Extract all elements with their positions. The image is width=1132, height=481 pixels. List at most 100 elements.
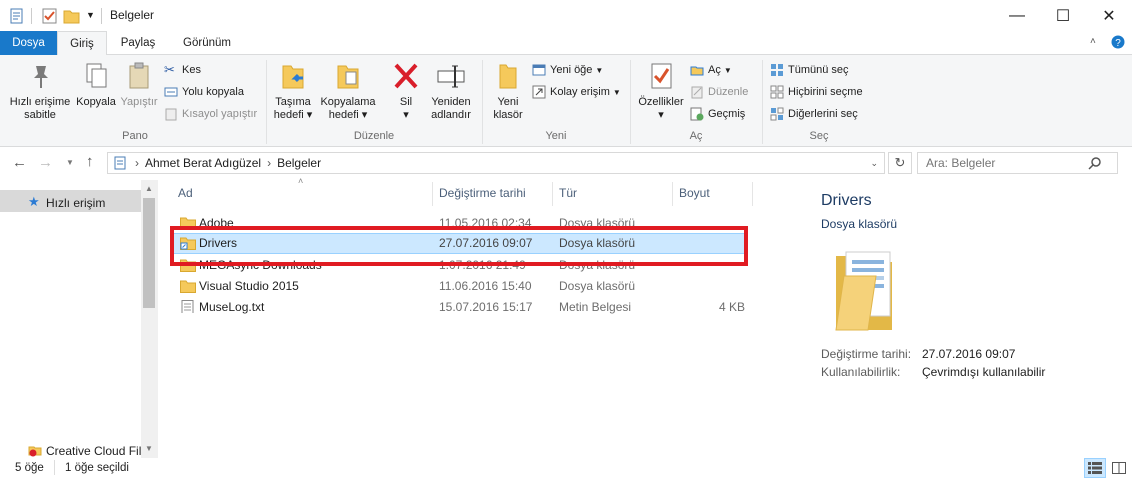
- maximize-button[interactable]: ☐: [1040, 0, 1086, 31]
- recent-locations-chevron-icon[interactable]: ▼: [66, 158, 74, 167]
- new-folder-quick-icon[interactable]: [63, 8, 80, 24]
- address-history-chevron-icon[interactable]: ⌄: [870, 158, 878, 169]
- history-button[interactable]: Geçmiş: [690, 104, 745, 124]
- rename-button[interactable]: Yeniden adlandır: [428, 60, 474, 122]
- cut-label: Kes: [182, 64, 201, 76]
- help-icon[interactable]: ?: [1111, 35, 1125, 49]
- properties-button[interactable]: Özellikler ▾: [636, 60, 686, 122]
- copy-path-label: Yolu kopyala: [182, 86, 244, 98]
- breadcrumb-documents[interactable]: Belgeler: [277, 156, 321, 170]
- select-all-label: Tümünü seç: [788, 64, 849, 76]
- status-separator: [54, 460, 55, 475]
- file-type: Metin Belgesi: [559, 300, 632, 314]
- checkmark-icon[interactable]: [42, 8, 58, 24]
- copy-to-label-2: hedefi ▾: [328, 109, 368, 121]
- column-header-modified[interactable]: Değiştirme tarihi: [439, 186, 526, 200]
- ribbon-separator: [762, 60, 763, 144]
- ribbon-separator: [482, 60, 483, 144]
- up-arrow-icon[interactable]: ↑: [86, 153, 94, 170]
- quick-access-dropdown-icon[interactable]: ▼: [86, 10, 95, 20]
- new-item-label: Yeni öğe: [550, 64, 593, 76]
- scroll-thumb[interactable]: [143, 198, 155, 308]
- scissors-icon: ✂: [164, 62, 175, 77]
- status-selected-count: 1 öğe seçildi: [65, 462, 129, 474]
- open-label: Aç: [708, 64, 721, 76]
- open-button[interactable]: Aç ▼: [690, 60, 732, 80]
- search-box[interactable]: [917, 152, 1118, 174]
- properties-quick-icon[interactable]: [9, 8, 25, 24]
- column-divider[interactable]: [672, 182, 673, 206]
- copy-path-button[interactable]: Yolu kopyala: [164, 82, 244, 102]
- close-button[interactable]: ✕: [1086, 0, 1132, 31]
- breadcrumb-separator-icon[interactable]: ›: [135, 156, 139, 170]
- select-none-label: Hiçbirini seçme: [788, 86, 863, 98]
- properties-label: Özellikler: [638, 96, 684, 108]
- column-header-size[interactable]: Boyut: [679, 186, 710, 200]
- paste-label: Yapıştır: [120, 96, 158, 108]
- column-divider[interactable]: [552, 182, 553, 206]
- select-all-icon: [771, 64, 783, 76]
- refresh-button[interactable]: ↻: [888, 152, 912, 174]
- nav-item-creative-cloud[interactable]: Creative Cloud Fil: [46, 444, 141, 458]
- file-name: MuseLog.txt: [199, 300, 265, 314]
- tab-file[interactable]: Dosya: [0, 31, 57, 55]
- properties-icon: [651, 63, 672, 89]
- details-availability-label: Kullanılabilirlik:: [821, 365, 901, 379]
- tab-home[interactable]: Giriş: [57, 31, 107, 56]
- pin-label-2: sabitle: [24, 109, 56, 121]
- easy-access-button[interactable]: Kolay erişim ▼: [532, 82, 621, 102]
- ribbon-tab-bar: [0, 31, 1132, 55]
- details-view-button[interactable]: [1084, 458, 1106, 478]
- history-icon: [690, 107, 704, 121]
- star-icon: ★: [28, 194, 40, 209]
- sort-indicator-icon: ˄: [298, 176, 304, 186]
- select-none-icon: [770, 85, 784, 99]
- new-item-button[interactable]: Yeni öğe ▼: [532, 60, 603, 80]
- new-item-icon: [532, 64, 546, 76]
- details-availability-value[interactable]: Çevrimdışı kullanılabilir: [922, 365, 1045, 379]
- edit-button[interactable]: Düzenle: [690, 82, 748, 102]
- open-icon: [690, 66, 704, 76]
- delete-button[interactable]: Sil ▾: [386, 60, 426, 122]
- scroll-up-icon[interactable]: ▲: [145, 184, 153, 193]
- tab-view[interactable]: Görünüm: [171, 31, 243, 55]
- file-row-visual-studio[interactable]: Visual Studio 2015 11.06.2016 15:40 Dosy…: [170, 276, 746, 297]
- paste-shortcut-button[interactable]: Kısayol yapıştır: [164, 104, 257, 124]
- column-header-name[interactable]: Ad: [178, 186, 193, 200]
- column-header-type[interactable]: Tür: [559, 186, 577, 200]
- navigation-pane: [0, 180, 158, 458]
- new-folder-button[interactable]: Yeni klasör: [488, 60, 528, 122]
- details-view-icon: [1088, 462, 1102, 474]
- title-bar: [0, 0, 1132, 31]
- copy-button[interactable]: Kopyala: [74, 60, 118, 109]
- scroll-down-icon[interactable]: ▼: [145, 444, 153, 453]
- search-input[interactable]: [918, 156, 1088, 170]
- address-bar[interactable]: › Ahmet Berat Adıgüzel › Belgeler ⌄: [107, 152, 885, 174]
- forward-arrow-icon[interactable]: →: [38, 154, 53, 171]
- cut-button[interactable]: ✂ Kes: [164, 60, 201, 80]
- delete-dropdown-icon[interactable]: ▾: [386, 109, 426, 122]
- move-to-label-2: hedefi ▾: [273, 109, 313, 121]
- tab-share[interactable]: Paylaş: [111, 31, 165, 55]
- minimize-button[interactable]: —: [994, 0, 1040, 31]
- properties-dropdown-icon[interactable]: ▾: [636, 109, 686, 122]
- back-arrow-icon[interactable]: ←: [12, 154, 27, 171]
- search-icon[interactable]: [1088, 156, 1102, 170]
- column-divider[interactable]: [752, 182, 753, 206]
- select-all-button[interactable]: Tümünü seç: [770, 60, 849, 80]
- paste-button[interactable]: Yapıştır: [118, 60, 160, 109]
- breadcrumb-separator-icon[interactable]: ›: [267, 156, 271, 170]
- breadcrumb-user[interactable]: Ahmet Berat Adıgüzel: [145, 156, 261, 170]
- delete-label: Sil: [399, 96, 413, 108]
- file-row-muselog[interactable]: MuseLog.txt 15.07.2016 15:17 Metin Belge…: [170, 297, 746, 318]
- collapse-ribbon-icon[interactable]: ˄: [1090, 36, 1096, 47]
- details-modified-label: Değiştirme tarihi:: [821, 347, 912, 361]
- pin-quick-access-button[interactable]: Hızlı erişime sabitle: [6, 60, 74, 122]
- select-none-button[interactable]: Hiçbirini seçme: [770, 82, 863, 102]
- move-to-button[interactable]: Taşıma hedefi ▾: [270, 60, 316, 122]
- large-icons-view-button[interactable]: [1108, 458, 1130, 478]
- copy-to-button[interactable]: Kopyalama hedefi ▾: [318, 60, 378, 122]
- title-separator: [101, 8, 102, 24]
- column-divider[interactable]: [432, 182, 433, 206]
- invert-selection-button[interactable]: Diğerlerini seç: [770, 104, 858, 124]
